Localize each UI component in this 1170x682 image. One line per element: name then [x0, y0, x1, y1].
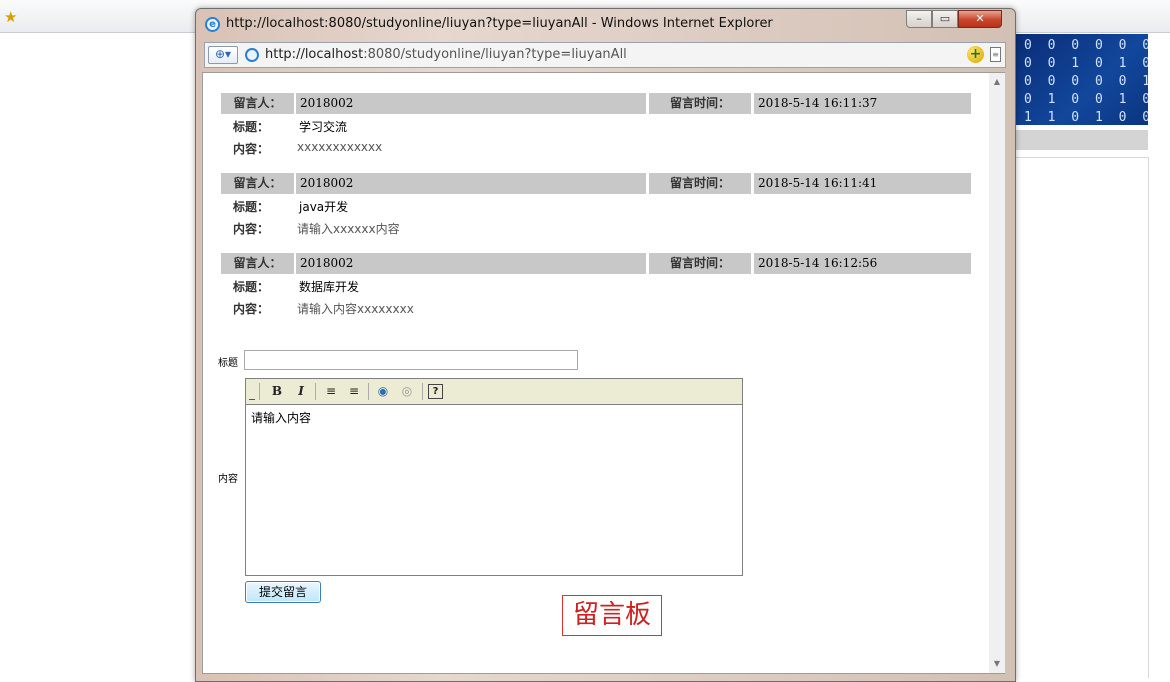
content-value: 请输入内容xxxxxxxx — [297, 302, 414, 316]
title-field-label: 标题 — [218, 358, 238, 369]
subject-row: 标题： 数据库开发 — [221, 274, 971, 296]
message-header: 留言人： 2018002 留言时间： 2018-5-14 16:11:37 — [221, 93, 971, 114]
editor-toolbar: B I ≡ ≡ ◉ ◎ ? — [246, 379, 742, 405]
author-value: 2018002 — [296, 173, 646, 194]
time-label: 留言时间： — [649, 93, 751, 114]
toolbar-separator — [315, 383, 316, 400]
time-label: 留言时间： — [649, 173, 751, 194]
toolbar-separator — [422, 383, 423, 400]
subject-row: 标题： java开发 — [221, 194, 971, 216]
title-input[interactable] — [244, 350, 578, 370]
subject-label: 标题： — [233, 120, 270, 134]
page-content: 留言人： 2018002 留言时间： 2018-5-14 16:11:37 标题… — [202, 72, 991, 674]
content-row: 内容： 请输入内容xxxxxxxx — [221, 296, 971, 318]
scroll-up-arrow-icon[interactable]: ▲ — [989, 75, 1005, 89]
toolbar-separator — [368, 383, 369, 400]
site-nav-bar — [1012, 130, 1148, 150]
help-icon[interactable]: ? — [428, 384, 443, 399]
author-label: 留言人： — [221, 173, 294, 194]
maximize-button[interactable]: ▭ — [932, 10, 958, 28]
message-board-title: 留言板 — [562, 595, 662, 636]
editor-content-area[interactable]: 请输入内容 — [246, 405, 742, 575]
time-value: 2018-5-14 16:12:56 — [754, 253, 971, 274]
vertical-scrollbar[interactable]: ▲ ▼ — [989, 72, 1005, 674]
favorites-star-icon[interactable]: ★ — [4, 9, 20, 25]
ie-popup-window: e http://localhost:8080/studyonline/liuy… — [195, 8, 1016, 682]
content-label: 内容： — [233, 222, 270, 236]
content-row: 内容： 请输入xxxxxx内容 — [221, 216, 971, 238]
author-label: 留言人： — [221, 93, 294, 114]
time-value: 2018-5-14 16:11:37 — [754, 93, 971, 114]
message-item: 留言人： 2018002 留言时间： 2018-5-14 16:12:56 标题… — [221, 253, 971, 318]
ordered-list-icon[interactable]: ≡ — [322, 383, 340, 400]
italic-button[interactable]: I — [292, 383, 310, 400]
subject-label: 标题： — [233, 200, 270, 214]
subject-label: 标题： — [233, 280, 270, 294]
ie-logo-icon: e — [205, 17, 220, 32]
compatibility-add-icon[interactable]: + — [967, 46, 984, 63]
toolbar-handle-icon[interactable] — [249, 387, 255, 400]
close-button[interactable]: ✕ — [958, 10, 1002, 28]
message-header: 留言人： 2018002 留言时间： 2018-5-14 16:11:41 — [221, 173, 971, 194]
author-label: 留言人： — [221, 253, 294, 274]
content-value: xxxxxxxxxxxx — [297, 140, 383, 154]
content-label: 内容： — [233, 302, 270, 316]
submit-message-button[interactable]: 提交留言 — [245, 581, 321, 603]
message-item: 留言人： 2018002 留言时间： 2018-5-14 16:11:37 标题… — [221, 93, 971, 158]
time-label: 留言时间： — [649, 253, 751, 274]
message-item: 留言人： 2018002 留言时间： 2018-5-14 16:11:41 标题… — [221, 173, 971, 238]
content-value: 请输入xxxxxx内容 — [297, 222, 400, 236]
window-titlebar[interactable]: e http://localhost:8080/studyonline/liuy… — [196, 9, 1015, 39]
minimize-button[interactable]: – — [906, 10, 932, 28]
subject-value: 数据库开发 — [299, 280, 360, 294]
banner-digits: 0 0 0 0 0 0 0 0 0 1 0 1 0 1 0 0 0 0 0 1 … — [1024, 38, 1148, 125]
page-icon[interactable]: ≡ — [990, 47, 1001, 62]
scroll-down-arrow-icon[interactable]: ▼ — [989, 657, 1005, 671]
window-title: http://localhost:8080/studyonline/liuyan… — [226, 16, 773, 31]
content-row: 内容： xxxxxxxxxxxx — [221, 136, 971, 158]
link-icon[interactable]: ◉ — [374, 383, 392, 400]
address-bar[interactable]: ⊕▾ http://localhost:8080/studyonline/liu… — [204, 42, 1006, 68]
message-header: 留言人： 2018002 留言时间： 2018-5-14 16:12:56 — [221, 253, 971, 274]
content-label: 内容： — [233, 142, 270, 156]
toolbar-separator — [259, 383, 260, 400]
unordered-list-icon[interactable]: ≡ — [345, 383, 363, 400]
author-value: 2018002 — [296, 93, 646, 114]
content-field-label: 内容 — [218, 474, 238, 485]
subject-value: java开发 — [299, 200, 349, 214]
site-banner: 0 0 0 0 0 0 0 0 0 1 0 1 0 1 0 0 0 0 0 1 … — [1012, 34, 1148, 125]
page-ie-icon — [245, 48, 259, 62]
subject-value: 学习交流 — [299, 120, 348, 134]
site-side-panel — [1012, 157, 1149, 678]
rich-text-editor: B I ≡ ≡ ◉ ◎ ? 请输入内容 — [245, 378, 743, 576]
subject-row: 标题： 学习交流 — [221, 114, 971, 136]
address-url[interactable]: http://localhost:8080/studyonline/liuyan… — [265, 47, 627, 62]
time-value: 2018-5-14 16:11:41 — [754, 173, 971, 194]
author-value: 2018002 — [296, 253, 646, 274]
new-tab-plus-icon[interactable]: ⊕▾ — [208, 46, 238, 64]
unlink-icon[interactable]: ◎ — [398, 383, 416, 400]
bold-button[interactable]: B — [268, 383, 286, 400]
